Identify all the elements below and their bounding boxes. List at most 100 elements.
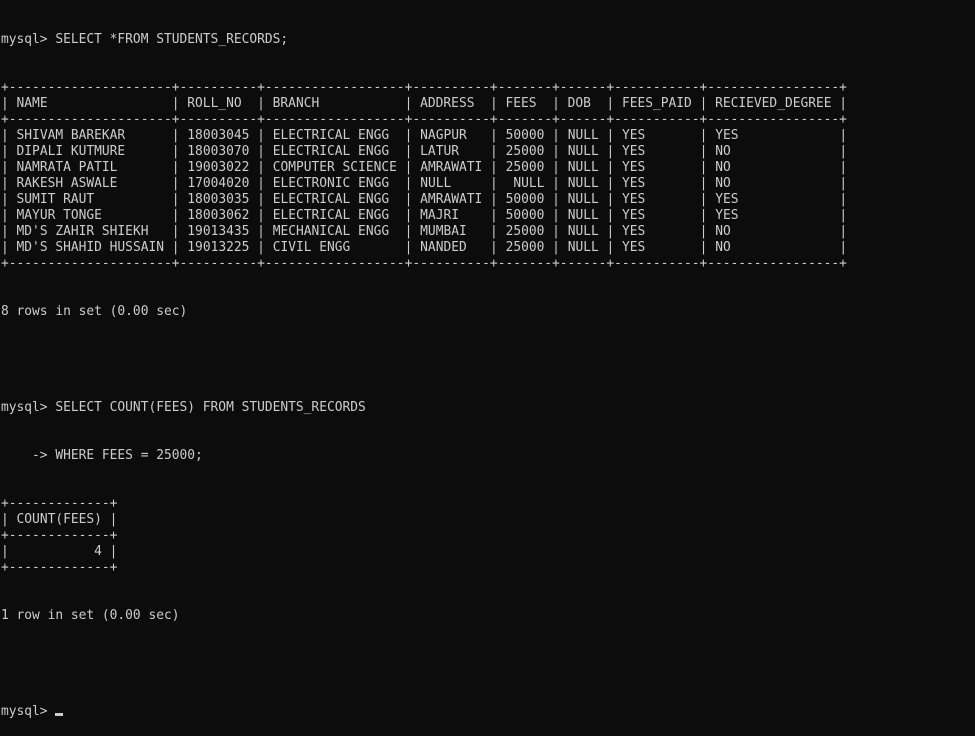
table-cell: 25000 <box>505 144 545 159</box>
table-cell: 25000 <box>505 160 545 175</box>
active-prompt-line[interactable]: mysql> <box>1 704 975 720</box>
table-border: +---------------------+----------+------… <box>1 112 847 127</box>
table-cell: 18003070 <box>187 144 250 159</box>
table-cell: YES <box>715 192 739 207</box>
table-row: | NAMRATA PATIL | 19003022 | COMPUTER SC… <box>1 160 848 175</box>
column-header: BRANCH <box>272 96 320 111</box>
table-border: +-------------+ <box>1 496 118 511</box>
query1-text: SELECT *FROM STUDENTS_RECORDS; <box>55 32 289 47</box>
result1-text: 8 rows in set (0.00 sec) <box>1 304 188 319</box>
table-cell: MECHANICAL ENGG <box>272 224 390 239</box>
table-cell: YES <box>622 160 646 175</box>
table-cell: YES <box>622 208 646 223</box>
table-border: +---------------------+----------+------… <box>1 256 847 271</box>
table-cell: NO <box>715 176 731 191</box>
table-cell: 50000 <box>505 192 545 207</box>
table-cell: AMRAWATI <box>420 192 483 207</box>
table-cell: 17004020 <box>187 176 250 191</box>
table-cell: 50000 <box>505 128 545 143</box>
table-row: | 4 | <box>1 544 118 559</box>
table-cell: NULL <box>567 224 599 239</box>
table-cell: ELECTRICAL ENGG <box>272 208 390 223</box>
table-cell: NULL <box>567 128 599 143</box>
table-cell: MD'S ZAHIR SHIEKH <box>16 224 149 239</box>
table-cell: NULL <box>567 192 599 207</box>
continuation-prompt: -> <box>1 448 56 463</box>
table-cell: ELECTRICAL ENGG <box>272 192 390 207</box>
table-cell: YES <box>622 224 646 239</box>
table-cell: LATUR <box>420 144 459 159</box>
table-cell: 25000 <box>505 224 545 239</box>
table-cell: ELECTRICAL ENGG <box>272 144 390 159</box>
table-cell: 19013225 <box>187 240 250 255</box>
query2-line2: -> WHERE FEES = 25000; <box>1 448 975 464</box>
table-cell: YES <box>622 240 646 255</box>
table-border: +-------------+ <box>1 560 118 575</box>
table-cell: YES <box>715 128 739 143</box>
table-cell: NULL <box>567 176 599 191</box>
terminal-window[interactable]: mysql> SELECT *FROM STUDENTS_RECORDS; +-… <box>1 0 975 719</box>
column-header: NAME <box>16 96 48 111</box>
table-cell: YES <box>622 128 646 143</box>
column-header: RECIEVED_DEGREE <box>715 96 832 111</box>
table-cell: MUMBAI <box>420 224 467 239</box>
table-header-row: | NAME | ROLL_NO | BRANCH | ADDRESS | FE… <box>1 96 848 111</box>
table-cell: MAYUR TONGE <box>16 208 102 223</box>
query2-text-1: SELECT COUNT(FEES) FROM STUDENTS_RECORDS <box>55 400 366 415</box>
table-row: | RAKESH ASWALE | 17004020 | ELECTRONIC … <box>1 176 848 191</box>
column-header: FEES <box>505 96 537 111</box>
query2-text-2: WHERE FEES = 25000; <box>55 448 203 463</box>
table-cell: 19003022 <box>187 160 250 175</box>
students-records-table: +---------------------+----------+------… <box>1 80 975 272</box>
table-cell: NULL <box>567 160 599 175</box>
table-cell: AMRAWATI <box>420 160 483 175</box>
column-header: ADDRESS <box>420 96 475 111</box>
table-cell: YES <box>715 208 739 223</box>
table-cell: NAGPUR <box>420 128 467 143</box>
text-cursor <box>55 713 64 716</box>
table-cell: SUMIT RAUT <box>16 192 95 207</box>
table-row: | SUMIT RAUT | 18003035 | ELECTRICAL ENG… <box>1 192 848 207</box>
table-row: | SHIVAM BAREKAR | 18003045 | ELECTRICAL… <box>1 128 848 143</box>
table-row: | DIPALI KUTMURE | 18003070 | ELECTRICAL… <box>1 144 848 159</box>
table-cell: NO <box>715 160 731 175</box>
table-cell: 50000 <box>505 208 545 223</box>
table-cell: NULL <box>567 240 599 255</box>
table-cell: COMPUTER SCIENCE <box>272 160 397 175</box>
table-cell: ELECTRICAL ENGG <box>272 128 390 143</box>
table-row: | MD'S ZAHIR SHIEKH | 19013435 | MECHANI… <box>1 224 848 239</box>
table-cell: RAKESH ASWALE <box>16 176 118 191</box>
table-cell: NO <box>715 144 731 159</box>
table-cell: 18003062 <box>187 208 250 223</box>
mysql-prompt: mysql> <box>1 400 56 415</box>
table-cell: MAJRI <box>420 208 459 223</box>
table-cell: NANDED <box>420 240 467 255</box>
table-cell: YES <box>622 144 646 159</box>
table-cell: MD'S SHAHID HUSSAIN <box>16 240 164 255</box>
table-header-row: | COUNT(FEES) | <box>1 512 118 527</box>
table-cell: 18003045 <box>187 128 250 143</box>
table-cell: 4 <box>94 544 102 559</box>
result2-text: 1 row in set (0.00 sec) <box>1 608 180 623</box>
table-cell: NULL <box>567 208 599 223</box>
column-header: DOB <box>567 96 591 111</box>
table-cell: NULL <box>513 176 545 191</box>
table-cell: SHIVAM BAREKAR <box>16 128 126 143</box>
query2-line1: mysql> SELECT COUNT(FEES) FROM STUDENTS_… <box>1 400 975 416</box>
table-cell: 25000 <box>505 240 545 255</box>
table-cell: NO <box>715 224 731 239</box>
table-cell: YES <box>622 192 646 207</box>
table-cell: 18003035 <box>187 192 250 207</box>
table-cell: NULL <box>567 144 599 159</box>
column-header: COUNT(FEES) <box>16 512 102 527</box>
table-cell: YES <box>622 176 646 191</box>
table-cell: 19013435 <box>187 224 250 239</box>
table-row: | MAYUR TONGE | 18003062 | ELECTRICAL EN… <box>1 208 848 223</box>
mysql-prompt: mysql> <box>1 32 56 47</box>
column-header: FEES_PAID <box>621 96 692 111</box>
column-header: ROLL_NO <box>187 96 242 111</box>
table-cell: NAMRATA PATIL <box>16 160 118 175</box>
table-cell: DIPALI KUTMURE <box>16 144 126 159</box>
